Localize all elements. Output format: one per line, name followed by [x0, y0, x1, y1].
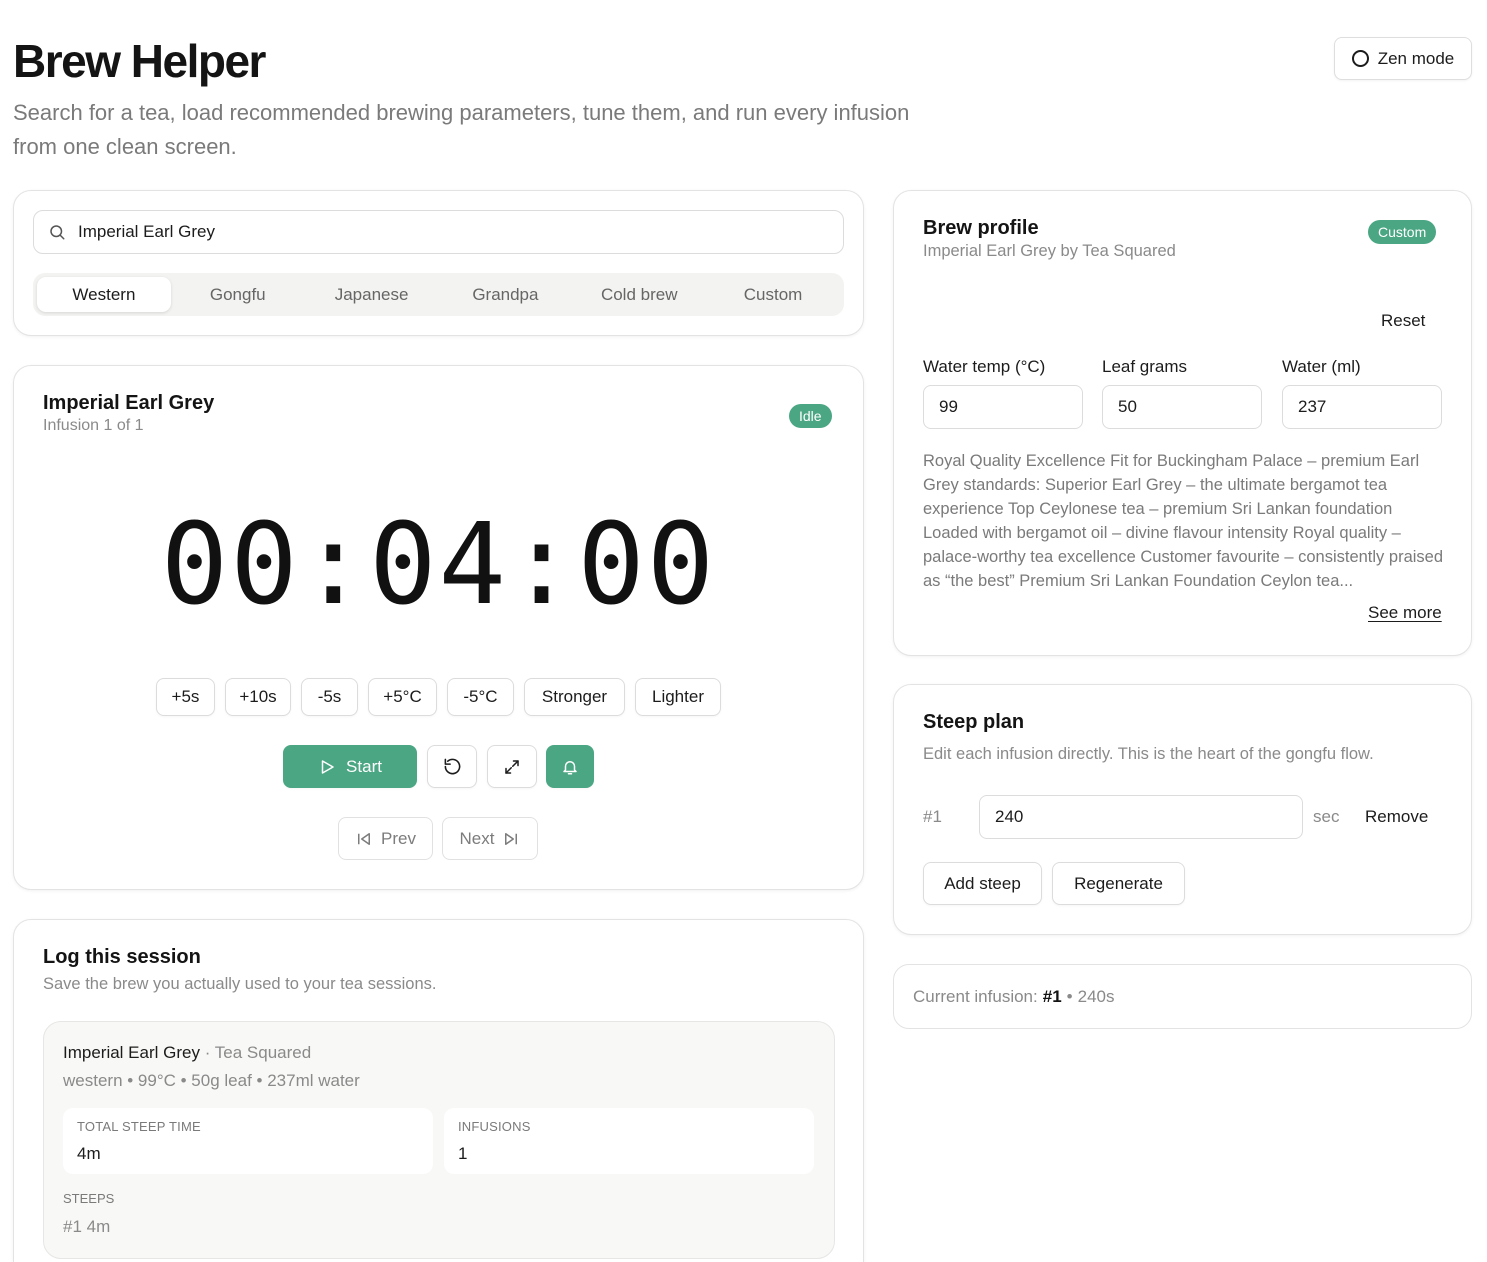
regenerate-button[interactable]: Regenerate [1052, 862, 1185, 905]
total-steep-stat: TOTAL STEEP TIME 4m [63, 1108, 433, 1174]
search-icon [50, 225, 65, 240]
water-label: Water (ml) [1282, 357, 1361, 376]
steeps-label: STEEPS [63, 1191, 115, 1206]
fullscreen-button[interactable] [487, 745, 537, 788]
total-steep-value: 4m [77, 1144, 101, 1163]
plus-5s-button[interactable]: +5s [156, 678, 215, 716]
tab-cold-brew[interactable]: Cold brew [572, 277, 706, 312]
remove-steep-button[interactable]: Remove [1365, 807, 1428, 827]
profile-badge: Custom [1368, 220, 1437, 244]
maximize-icon [505, 759, 519, 774]
steep-plan-subtitle: Edit each infusion directly. This is the… [923, 745, 1374, 763]
log-subtitle: Save the brew you actually used to your … [43, 975, 437, 993]
timer-separator: : [507, 500, 578, 630]
page-subtitle: Search for a tea, load recommended brewi… [13, 100, 910, 159]
steeps-value: #1 4m [63, 1217, 111, 1236]
start-button[interactable]: Start [283, 745, 417, 788]
brew-style-tabs: Western Gongfu Japanese Grandpa Cold bre… [33, 273, 844, 316]
see-more-link[interactable]: See more [1368, 603, 1442, 623]
timer-minutes: 04 [369, 500, 508, 630]
infusion-counter: Infusion 1 of 1 [43, 417, 144, 434]
prev-label: Prev [381, 828, 416, 848]
timer-seconds: 00 [577, 500, 717, 630]
current-infusion-index: #1 [1042, 986, 1062, 1006]
alarm-button[interactable] [546, 745, 594, 788]
tab-custom[interactable]: Custom [706, 277, 840, 312]
log-title: Log this session [43, 946, 201, 968]
infusions-stat: INFUSIONS 1 [444, 1108, 814, 1174]
leaf-label: Leaf grams [1102, 357, 1188, 376]
reset-button[interactable]: Reset [1381, 311, 1425, 331]
temp-field[interactable]: 99 [923, 385, 1083, 429]
leaf-field[interactable]: 50 [1102, 385, 1262, 429]
profile-title: Brew profile [923, 217, 1039, 239]
tea-description: Royal Quality Excellence Fit for Bucking… [923, 452, 1443, 590]
plus-5c-button[interactable]: +5°C [368, 678, 437, 716]
start-label: Start [346, 756, 382, 776]
skip-back-icon [358, 832, 371, 845]
current-infusion-card: Current infusion: #1 • 240s [893, 964, 1472, 1029]
prev-button[interactable]: Prev [338, 817, 433, 860]
timer-hours: 00 [160, 500, 300, 630]
rotate-ccw-icon [444, 758, 460, 775]
search-input[interactable] [78, 222, 798, 242]
zen-mode-label: Zen mode [1377, 48, 1455, 68]
zen-mode-button[interactable]: Zen mode [1334, 37, 1472, 80]
lighter-button[interactable]: Lighter [635, 678, 721, 716]
minus-5c-button[interactable]: -5°C [447, 678, 514, 716]
tab-japanese[interactable]: Japanese [305, 277, 439, 312]
steep-index: #1 [923, 807, 942, 826]
water-field[interactable]: 237 [1282, 385, 1442, 429]
tab-gongfu[interactable]: Gongfu [171, 277, 305, 312]
tab-grandpa[interactable]: Grandpa [438, 277, 572, 312]
search-box[interactable] [33, 210, 844, 254]
minus-5s-button[interactable]: -5s [301, 678, 358, 716]
tab-western[interactable]: Western [37, 277, 171, 312]
session-brand: · Tea Squared [204, 1043, 312, 1062]
current-infusion-duration: 240s [1077, 986, 1115, 1006]
timer-display: 00:04:00 [13, 500, 864, 630]
reset-timer-button[interactable] [427, 745, 477, 788]
play-icon [321, 759, 334, 774]
session-params: western • 99°C • 50g leaf • 237ml water [63, 1071, 360, 1090]
add-steep-button[interactable]: Add steep [923, 862, 1042, 905]
session-tea-name: Imperial Earl Grey [63, 1043, 200, 1062]
current-infusion-label: Current infusion: [913, 986, 1038, 1006]
circle-icon [1351, 50, 1369, 67]
plus-10s-button[interactable]: +10s [225, 678, 291, 716]
profile-subtitle: Imperial Earl Grey by Tea Squared [923, 242, 1176, 260]
timer-tea-name: Imperial Earl Grey [43, 392, 215, 414]
total-steep-label: TOTAL STEEP TIME [77, 1119, 201, 1134]
next-button[interactable]: Next [442, 817, 538, 860]
steep-duration-field[interactable]: 240 [979, 795, 1303, 839]
infusions-value: 1 [458, 1144, 468, 1163]
stronger-button[interactable]: Stronger [524, 678, 625, 716]
page-title: Brew Helper [13, 35, 266, 87]
infusions-label: INFUSIONS [458, 1119, 531, 1134]
skip-forward-icon [505, 832, 518, 845]
bell-icon [563, 760, 577, 774]
steep-unit: sec [1313, 807, 1340, 826]
steep-plan-title: Steep plan [923, 711, 1025, 733]
temp-label: Water temp (°C) [923, 357, 1046, 376]
current-infusion-sep: • [1066, 986, 1073, 1006]
session-tea: Imperial Earl Grey · Tea Squared [63, 1043, 311, 1063]
status-badge: Idle [789, 404, 832, 428]
next-label: Next [459, 828, 495, 848]
timer-separator: : [299, 500, 370, 630]
